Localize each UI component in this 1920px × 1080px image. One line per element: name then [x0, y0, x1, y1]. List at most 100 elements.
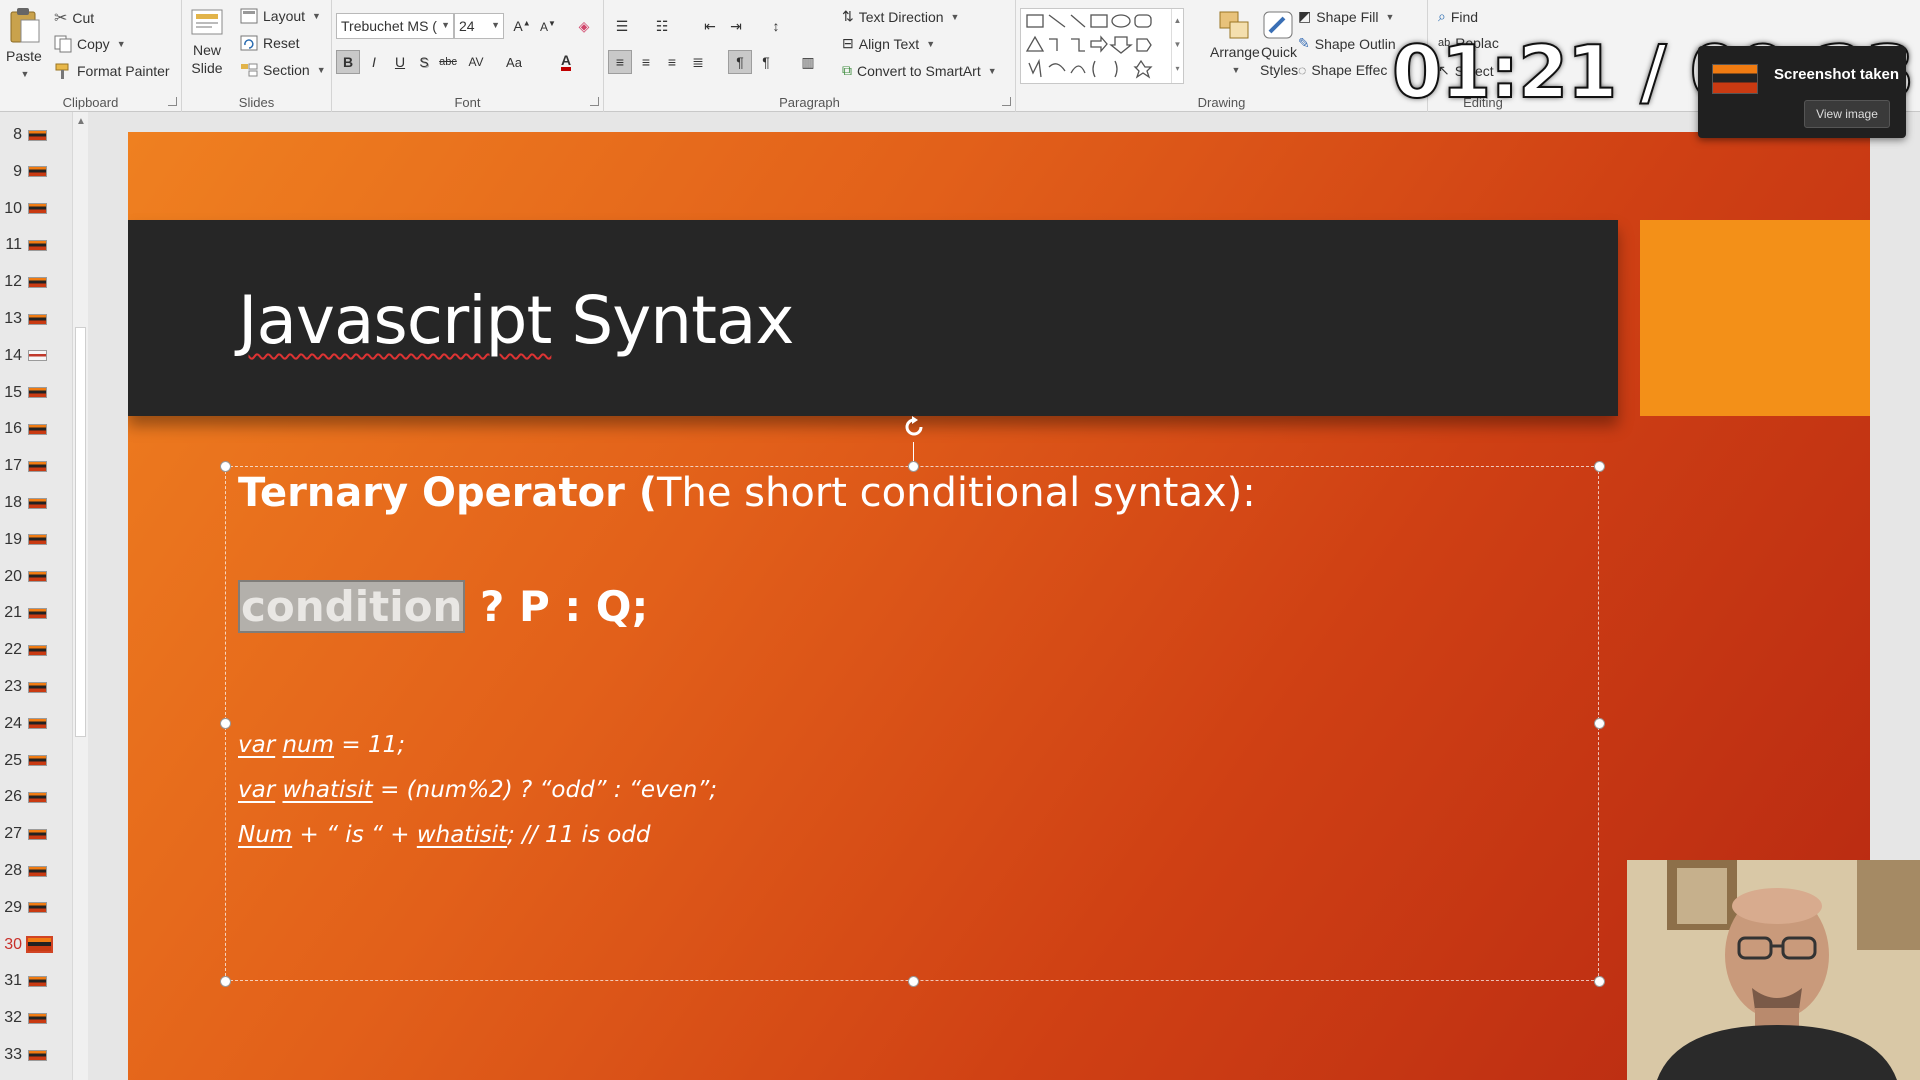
- resize-handle-left[interactable]: [220, 718, 231, 729]
- slide-thumbnail-31[interactable]: 31: [0, 964, 72, 998]
- scroll-thumb[interactable]: [75, 327, 86, 737]
- slide-thumbnail-23[interactable]: 23: [0, 670, 72, 704]
- code-line-2[interactable]: var whatisit = (num%2) ? “odd” : “even”;: [238, 777, 717, 803]
- title-band[interactable]: Javascript Syntax: [128, 220, 1618, 416]
- slide-thumbnail-32[interactable]: 32: [0, 1001, 72, 1035]
- text-shadow-button[interactable]: S: [412, 50, 436, 74]
- increase-indent-button[interactable]: ⇥: [724, 14, 748, 38]
- slide-thumbnail-image[interactable]: [28, 203, 47, 215]
- slide-thumbnail-image[interactable]: [28, 166, 47, 178]
- slide-thumbnail-9[interactable]: 9: [0, 155, 72, 189]
- slide-thumbnail-14[interactable]: 14: [0, 339, 72, 373]
- decrease-indent-button[interactable]: ⇤: [698, 14, 722, 38]
- slide-thumbnail-26[interactable]: 26: [0, 780, 72, 814]
- quick-styles-button[interactable]: Quick Styles: [1260, 10, 1298, 78]
- slide-thumbnail-10[interactable]: 10: [0, 192, 72, 226]
- right-to-left-button[interactable]: ¶: [754, 50, 778, 74]
- slide-thumbnail-11[interactable]: 11: [0, 228, 72, 262]
- bullets-button[interactable]: ☰: [610, 14, 634, 38]
- align-center-button[interactable]: ≡: [634, 50, 658, 74]
- strikethrough-button[interactable]: abc: [436, 50, 460, 74]
- font-size-dropdown[interactable]: 24 ▼: [454, 13, 504, 39]
- resize-handle-bottom-left[interactable]: [220, 976, 231, 987]
- columns-button[interactable]: ▥: [796, 50, 820, 74]
- layout-button[interactable]: Layout ▼: [240, 8, 321, 24]
- slide-thumbnail-image[interactable]: [28, 902, 47, 914]
- shape-fill-button[interactable]: ◩ Shape Fill ▼: [1298, 8, 1394, 25]
- text-box-selection[interactable]: [225, 466, 1599, 981]
- slide-thumbnail-image[interactable]: [28, 828, 47, 840]
- shapes-more-icon[interactable]: ▲ ▼ ▾: [1171, 9, 1183, 83]
- slide-thumbnail-29[interactable]: 29: [0, 891, 72, 925]
- font-color-button[interactable]: A: [554, 50, 578, 74]
- clipboard-launcher-icon[interactable]: [168, 97, 177, 106]
- resize-handle-top-right[interactable]: [1594, 461, 1605, 472]
- cut-button[interactable]: ✂ Cut: [54, 8, 94, 28]
- arrange-button[interactable]: Arrange ▼: [1210, 10, 1260, 78]
- slide-thumbnail-image[interactable]: [28, 865, 47, 877]
- rotate-icon[interactable]: [901, 414, 927, 440]
- slide-canvas[interactable]: Javascript Syntax Ternary Operator (The …: [128, 132, 1870, 1080]
- clear-formatting-button[interactable]: ◈: [572, 14, 596, 38]
- slide-thumbnail-image[interactable]: [28, 460, 47, 472]
- section-button[interactable]: Section ▼: [240, 62, 326, 78]
- copy-button[interactable]: Copy ▼: [54, 35, 126, 53]
- slide-thumbnail-image[interactable]: [28, 755, 47, 767]
- slide-thumbnail-17[interactable]: 17: [0, 449, 72, 483]
- slide-thumbnail-13[interactable]: 13: [0, 302, 72, 336]
- line-spacing-button[interactable]: ↕: [764, 14, 788, 38]
- slide-thumbnail-28[interactable]: 28: [0, 854, 72, 888]
- slide-thumbnail-16[interactable]: 16: [0, 412, 72, 446]
- font-family-dropdown[interactable]: Trebuchet MS (▼: [336, 13, 454, 39]
- change-case-button[interactable]: Aa: [502, 50, 526, 74]
- thumbnail-scrollbar[interactable]: ▲: [72, 112, 88, 1080]
- slide-thumbnail-24[interactable]: 24: [0, 707, 72, 741]
- slide-thumbnail-15[interactable]: 15: [0, 376, 72, 410]
- resize-handle-bottom-right[interactable]: [1594, 976, 1605, 987]
- screenshot-toast[interactable]: Screenshot taken View image: [1698, 46, 1906, 138]
- slide-thumbnail-image[interactable]: [28, 534, 47, 546]
- slide-thumbnail-12[interactable]: 12: [0, 265, 72, 299]
- scroll-up-icon[interactable]: ▲: [73, 116, 89, 130]
- slide-thumbnail-image[interactable]: [28, 350, 47, 362]
- new-slide-button[interactable]: New Slide: [190, 6, 224, 76]
- content-heading[interactable]: Ternary Operator (The short conditional …: [238, 470, 1256, 516]
- convert-smartart-button[interactable]: ⧉ Convert to SmartArt ▼: [842, 62, 997, 79]
- find-button[interactable]: ⌕ Find: [1438, 8, 1478, 25]
- view-image-button[interactable]: View image: [1804, 100, 1890, 128]
- slide-thumbnail-33[interactable]: 33: [0, 1038, 72, 1072]
- copy-dropdown-icon[interactable]: ▼: [117, 39, 126, 49]
- ternary-syntax-line[interactable]: condition ? P : Q;: [238, 580, 648, 633]
- slide-thumbnail-image[interactable]: [28, 387, 47, 399]
- screenshot-thumbnail[interactable]: [1712, 64, 1758, 94]
- shapes-gallery[interactable]: ▲ ▼ ▾: [1020, 8, 1184, 84]
- code-line-3[interactable]: Num + “ is “ + whatisit; // 11 is odd: [238, 822, 651, 848]
- slide-thumbnail-18[interactable]: 18: [0, 486, 72, 520]
- slide-thumbnail-19[interactable]: 19: [0, 523, 72, 557]
- slide-thumbnail-30[interactable]: 30: [0, 928, 72, 962]
- reset-button[interactable]: Reset: [240, 35, 300, 51]
- format-painter-button[interactable]: Format Painter: [54, 62, 170, 80]
- numbering-button[interactable]: ☷: [650, 14, 674, 38]
- slide-thumbnail-image[interactable]: [28, 313, 47, 325]
- align-text-button[interactable]: ⊟ Align Text ▼: [842, 35, 935, 52]
- text-direction-button[interactable]: ⇅ Text Direction ▼: [842, 8, 959, 25]
- resize-handle-bottom[interactable]: [908, 976, 919, 987]
- slide-thumbnail-image[interactable]: [28, 681, 47, 693]
- grow-font-button[interactable]: A▲: [510, 14, 534, 38]
- slide-thumbnail-image[interactable]: [28, 644, 47, 656]
- resize-handle-top-left[interactable]: [220, 461, 231, 472]
- paragraph-launcher-icon[interactable]: [1002, 97, 1011, 106]
- font-launcher-icon[interactable]: [590, 97, 599, 106]
- shape-outline-button[interactable]: ✎ Shape Outlin: [1298, 35, 1396, 52]
- selected-word-condition[interactable]: condition: [238, 580, 466, 633]
- paste-dropdown-icon[interactable]: ▼: [20, 67, 29, 82]
- character-spacing-button[interactable]: AV: [464, 50, 488, 74]
- code-line-1[interactable]: var num = 11;: [238, 732, 405, 758]
- resize-handle-right[interactable]: [1594, 718, 1605, 729]
- slide-thumbnail-22[interactable]: 22: [0, 633, 72, 667]
- shrink-font-button[interactable]: A▼: [536, 14, 560, 38]
- slide-thumbnail-8[interactable]: 8: [0, 118, 72, 152]
- underline-button[interactable]: U: [388, 50, 412, 74]
- slide-thumbnail-image[interactable]: [28, 239, 47, 251]
